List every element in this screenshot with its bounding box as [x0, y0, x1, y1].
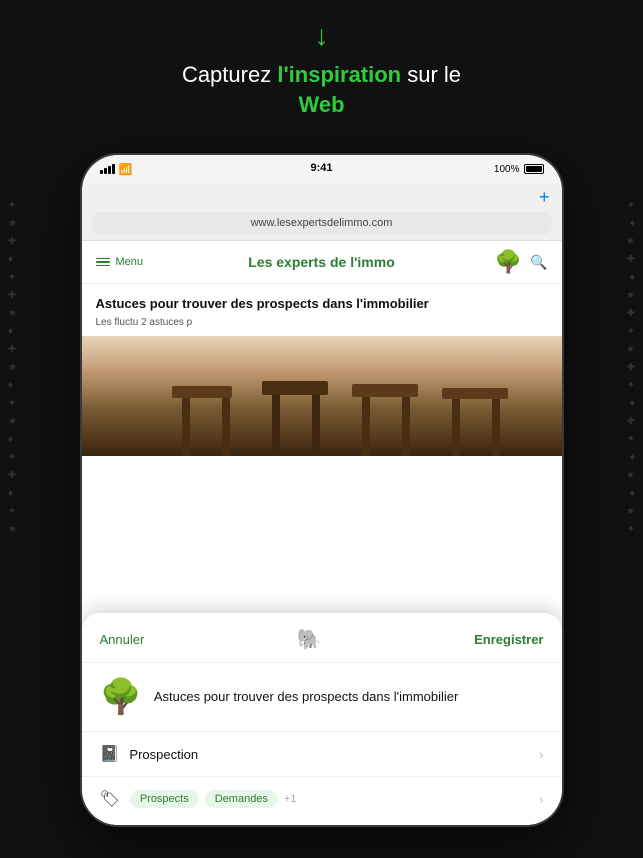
battery-pct: 100% — [494, 164, 520, 175]
site-search-icon[interactable]: 🔍 — [530, 254, 547, 271]
site-nav-left: Menu — [96, 256, 144, 268]
address-bar[interactable]: www.lesexpertsdelimmo.com — [92, 212, 552, 234]
article-excerpt: Les fluctu 2 astuces p — [96, 316, 548, 330]
tag-icon: 🏷 — [100, 789, 120, 809]
site-header: Menu Les experts de l'immo 🌳 🔍 — [82, 241, 562, 284]
signal-bars — [100, 164, 115, 174]
headline-part1: Capturez — [182, 62, 277, 87]
menu-label[interactable]: Menu — [116, 256, 144, 268]
save-button[interactable]: Enregistrer — [474, 632, 543, 647]
browser-toolbar: + — [92, 187, 552, 208]
tablet-device: 📶 9:41 100% + www.lesexpertsdelimmo.com — [82, 155, 562, 825]
headline-part2: sur le — [401, 62, 461, 87]
headline-inspiration: l'inspiration — [277, 62, 401, 87]
popup-tags-row[interactable]: 🏷 Prospects Demandes +1 › — [82, 777, 562, 825]
new-tab-button[interactable]: + — [539, 187, 550, 208]
notebook-icon: 📓 — [100, 744, 120, 764]
battery-rect — [524, 164, 544, 174]
popup-article-preview-title: Astuces pour trouver des prospects dans … — [154, 688, 459, 706]
popup-notebook-left: 📓 Prospection — [100, 744, 199, 764]
tags-pills: Prospects Demandes +1 — [130, 790, 297, 808]
browser-chrome: + www.lesexpertsdelimmo.com — [82, 183, 562, 241]
hamburger-menu-icon[interactable] — [96, 258, 110, 267]
decor-left-symbols: ✦★✚♦ ✦✚★♦ ✚★♦✦ ★♦✦✚ ♦✦★ — [8, 200, 17, 535]
status-right: 100% — [494, 164, 544, 175]
cancel-button[interactable]: Annuler — [100, 632, 145, 647]
status-time: 9:41 — [310, 162, 332, 174]
tag-pill-prospects[interactable]: Prospects — [130, 790, 199, 808]
battery-icon — [524, 164, 544, 174]
chevron-right-icon: › — [539, 747, 543, 762]
popup-notebook-row[interactable]: 📓 Prospection › — [82, 732, 562, 777]
battery-fill — [526, 166, 542, 172]
status-bar: 📶 9:41 100% — [82, 155, 562, 183]
tags-chevron-right-icon: › — [539, 792, 543, 807]
headline: Capturez l'inspiration sur le Web — [182, 60, 461, 119]
kitchen-bg — [82, 336, 562, 456]
article-area: Astuces pour trouver des prospects dans … — [82, 284, 562, 336]
download-icon: ↓ — [315, 22, 329, 50]
evernote-logo-icon: 🐘 — [297, 627, 322, 652]
top-section: ↓ Capturez l'inspiration sur le Web — [0, 22, 643, 119]
tag-pill-demandes[interactable]: Demandes — [205, 790, 278, 808]
status-left: 📶 — [100, 163, 133, 176]
popup-tree-icon: 🌳 — [100, 677, 142, 717]
headline-web: Web — [298, 92, 344, 117]
tag-more-count: +1 — [284, 793, 297, 805]
chairs-svg — [82, 376, 562, 456]
notebook-label: Prospection — [129, 747, 198, 762]
website-content: Menu Les experts de l'immo 🌳 🔍 Astuces p… — [82, 241, 562, 825]
device-screen: 📶 9:41 100% + www.lesexpertsdelimmo.com — [82, 155, 562, 825]
site-title: Les experts de l'immo — [248, 254, 395, 270]
popup-header: Annuler 🐘 Enregistrer — [82, 613, 562, 663]
save-popup: Annuler 🐘 Enregistrer 🌳 Astuces pour tro… — [82, 613, 562, 825]
site-logo-icon: 🌳 — [495, 249, 522, 275]
article-title: Astuces pour trouver des prospects dans … — [96, 296, 548, 311]
site-nav-right: 🌳 🔍 — [495, 249, 548, 275]
article-image — [82, 336, 562, 456]
wifi-icon: 📶 — [119, 163, 133, 176]
decor-right-symbols: ✦♦★✚ ♦★✚✦ ★✚✦♦ ✚✦♦★ ♦★✦ — [626, 200, 635, 535]
popup-content-preview: 🌳 Astuces pour trouver des prospects dan… — [82, 663, 562, 732]
popup-tags-left: 🏷 Prospects Demandes +1 — [100, 789, 297, 809]
